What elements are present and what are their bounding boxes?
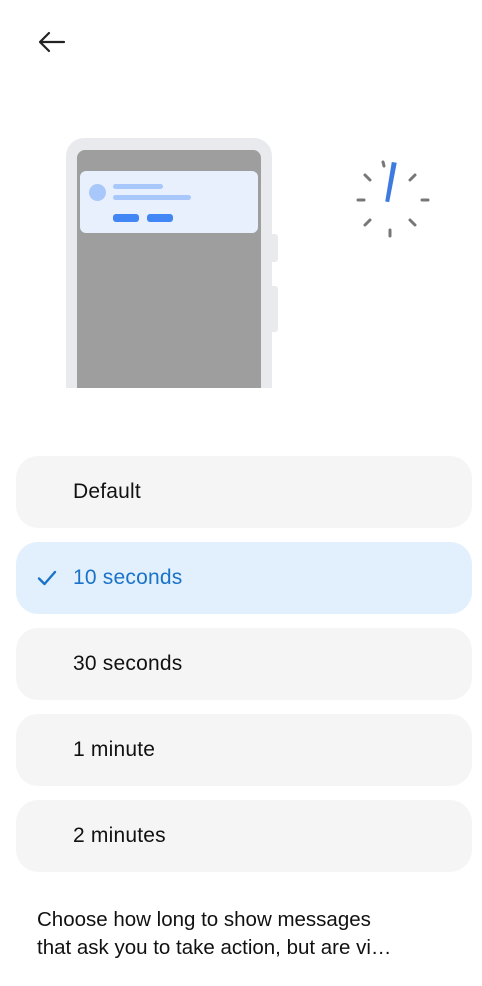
checkmark-icon <box>37 570 57 586</box>
notification-action-icon <box>113 214 139 222</box>
notification-line <box>113 195 191 200</box>
timer-icon <box>356 160 430 238</box>
option-30-seconds[interactable]: 30 seconds <box>16 628 472 700</box>
notification-avatar-icon <box>89 184 106 201</box>
phone-side-button <box>272 286 278 332</box>
arrow-left-icon <box>38 31 66 53</box>
description-line: Choose how long to show messages <box>37 908 371 931</box>
description-line: that ask you to take action, but are vi… <box>37 936 392 959</box>
notification-line <box>113 184 163 189</box>
notification-card-illustration <box>80 171 258 233</box>
option-label: 10 seconds <box>73 566 183 589</box>
duration-options-list: Default 10 seconds 30 seconds 1 minute 2… <box>16 456 472 886</box>
notification-action-icon <box>147 214 173 222</box>
option-label: Default <box>73 480 141 503</box>
option-label: 30 seconds <box>73 652 183 675</box>
option-default[interactable]: Default <box>16 456 472 528</box>
back-button[interactable] <box>30 22 74 62</box>
option-1-minute[interactable]: 1 minute <box>16 714 472 786</box>
option-10-seconds[interactable]: 10 seconds <box>16 542 472 614</box>
option-2-minutes[interactable]: 2 minutes <box>16 800 472 872</box>
phone-side-button <box>272 234 278 262</box>
option-label: 1 minute <box>73 738 156 761</box>
description-text: Choose how long to show messages that as… <box>37 906 447 962</box>
option-label: 2 minutes <box>73 824 166 847</box>
